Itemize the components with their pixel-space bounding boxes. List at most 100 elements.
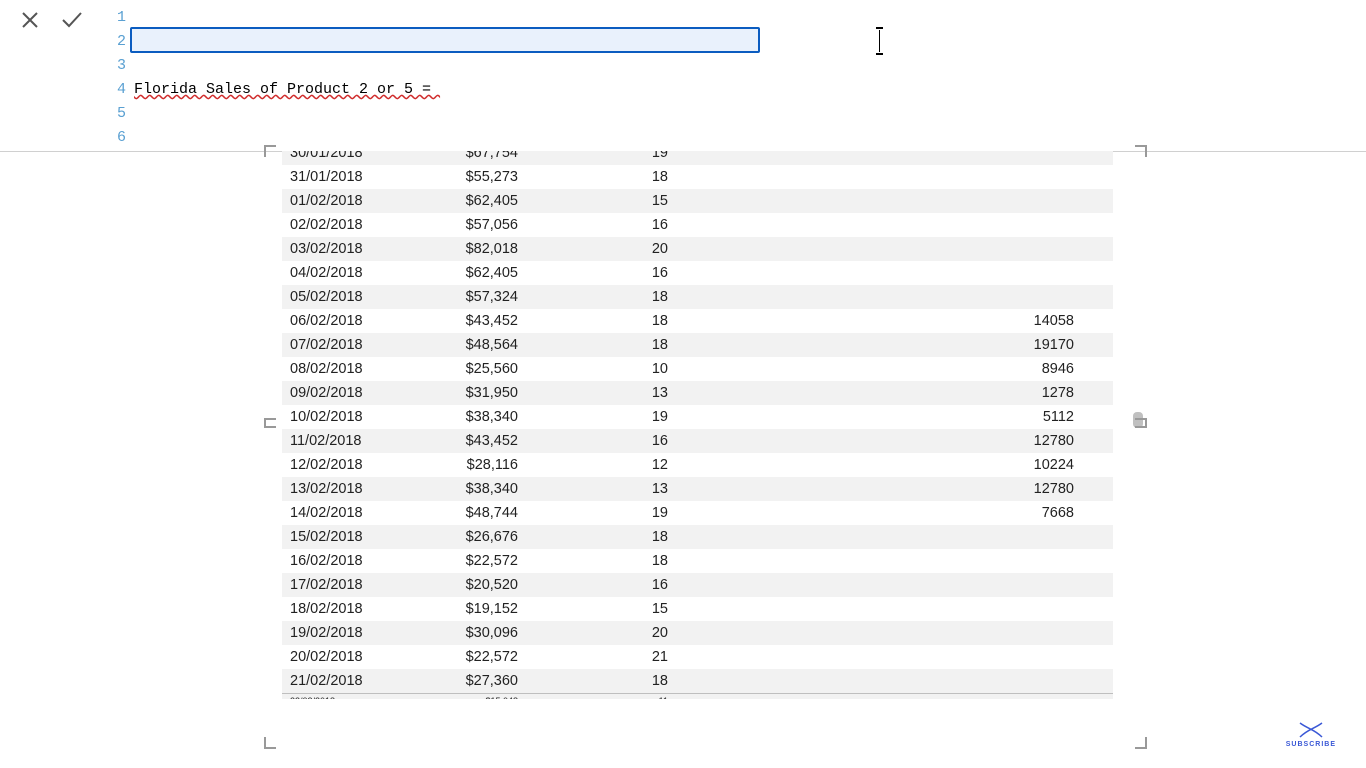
line-number: 5	[104, 102, 126, 126]
resize-handle-bottom-left[interactable]	[264, 735, 278, 749]
table-row[interactable]: 07/02/2018$48,5641819170	[282, 333, 1113, 357]
cell-sales: $27,360	[414, 669, 526, 693]
measure-name: Florida Sales of Product 2 or 5 =	[134, 81, 440, 98]
cell-extra	[676, 261, 1096, 285]
check-icon	[61, 11, 83, 29]
dax-code[interactable]: Florida Sales of Product 2 or 5 = VAR Fl…	[134, 6, 1160, 151]
cell-sales: $38,340	[414, 477, 526, 501]
cell-sales: $20,520	[414, 573, 526, 597]
text-caret	[879, 30, 880, 52]
resize-handle-top-left[interactable]	[264, 145, 278, 159]
cell-extra: 12780	[676, 477, 1096, 501]
cell-sales: $26,676	[414, 525, 526, 549]
table-row[interactable]: 08/02/2018$25,560108946	[282, 357, 1113, 381]
resize-handle-bottom-right[interactable]	[1133, 735, 1147, 749]
cell-tx: 15	[526, 597, 676, 621]
cell-date: 30/01/2018	[282, 151, 414, 165]
cell-sales: $19,152	[414, 597, 526, 621]
table-row[interactable]: 05/02/2018$57,32418	[282, 285, 1113, 309]
cell-date: 16/02/2018	[282, 549, 414, 573]
line-number: 3	[104, 54, 126, 78]
table-row[interactable]: 19/02/2018$30,09620	[282, 621, 1113, 645]
cell-extra	[676, 573, 1096, 597]
formula-bar: 1 2 3 4 5 6 Florida Sales of Product 2 o…	[0, 0, 1366, 152]
cell-tx: 16	[526, 573, 676, 597]
cell-extra	[676, 597, 1096, 621]
cell-tx: 16	[526, 429, 676, 453]
cell-tx: 20	[526, 237, 676, 261]
table-row[interactable]: 22/02/2018$15,04811	[282, 693, 1113, 699]
cell-sales: $31,950	[414, 381, 526, 405]
cell-date: 13/02/2018	[282, 477, 414, 501]
cell-sales: $62,405	[414, 189, 526, 213]
cell-sales: $57,056	[414, 213, 526, 237]
cell-sales: $48,744	[414, 501, 526, 525]
table-row[interactable]: 14/02/2018$48,744197668	[282, 501, 1113, 525]
cell-sales: $28,116	[414, 453, 526, 477]
cell-sales: $22,572	[414, 645, 526, 669]
cancel-button[interactable]	[16, 6, 44, 34]
table-row[interactable]: 06/02/2018$43,4521814058	[282, 309, 1113, 333]
subscribe-watermark: SUBSCRIBE	[1286, 721, 1336, 748]
resize-handle-mid-right[interactable]	[1133, 416, 1147, 430]
cell-sales: $67,754	[414, 151, 526, 165]
cell-date: 07/02/2018	[282, 333, 414, 357]
table-row[interactable]: 10/02/2018$38,340195112	[282, 405, 1113, 429]
dax-editor[interactable]: 1 2 3 4 5 6 Florida Sales of Product 2 o…	[104, 0, 1366, 151]
cell-extra	[676, 621, 1096, 645]
table-row[interactable]: 11/02/2018$43,4521612780	[282, 429, 1113, 453]
table-row[interactable]: 12/02/2018$28,1161210224	[282, 453, 1113, 477]
cell-extra	[676, 694, 1096, 699]
cell-extra: 14058	[676, 309, 1096, 333]
cell-extra: 8946	[676, 357, 1096, 381]
table-row[interactable]: 13/02/2018$38,3401312780	[282, 477, 1113, 501]
table-row[interactable]: 16/02/2018$22,57218	[282, 549, 1113, 573]
table-row[interactable]: 20/02/2018$22,57221	[282, 645, 1113, 669]
table-row[interactable]: 17/02/2018$20,52016	[282, 573, 1113, 597]
cell-tx: 18	[526, 165, 676, 189]
cell-extra: 12780	[676, 429, 1096, 453]
cell-date: 05/02/2018	[282, 285, 414, 309]
cell-tx: 16	[526, 261, 676, 285]
cell-date: 31/01/2018	[282, 165, 414, 189]
table-row[interactable]: 03/02/2018$82,01820	[282, 237, 1113, 261]
formula-bar-buttons	[0, 0, 104, 151]
line-number: 6	[104, 126, 126, 150]
cell-date: 02/02/2018	[282, 213, 414, 237]
table-row[interactable]: 31/01/2018$55,27318	[282, 165, 1113, 189]
cell-sales: $43,452	[414, 429, 526, 453]
table-row[interactable]: 01/02/2018$62,40515	[282, 189, 1113, 213]
table-body[interactable]: 30/01/2018$67,7541931/01/2018$55,2731801…	[282, 151, 1113, 699]
table-row[interactable]: 02/02/2018$57,05616	[282, 213, 1113, 237]
cell-tx: 11	[526, 694, 676, 699]
table-row[interactable]: 18/02/2018$19,15215	[282, 597, 1113, 621]
cell-date: 14/02/2018	[282, 501, 414, 525]
table-row[interactable]: 04/02/2018$62,40516	[282, 261, 1113, 285]
cell-date: 03/02/2018	[282, 237, 414, 261]
cell-tx: 19	[526, 405, 676, 429]
cell-sales: $43,452	[414, 309, 526, 333]
table-visual[interactable]: 30/01/2018$67,7541931/01/2018$55,2731801…	[271, 152, 1140, 742]
resize-handle-mid-left[interactable]	[264, 416, 278, 430]
cell-extra: 10224	[676, 453, 1096, 477]
table-row[interactable]: 21/02/2018$27,36018	[282, 669, 1113, 693]
cell-sales: $48,564	[414, 333, 526, 357]
cell-tx: 16	[526, 213, 676, 237]
commit-button[interactable]	[58, 6, 86, 34]
table-row[interactable]: 30/01/2018$67,75419	[282, 151, 1113, 165]
cell-date: 08/02/2018	[282, 357, 414, 381]
cell-extra	[676, 525, 1096, 549]
line-number: 2	[104, 30, 126, 54]
table-row[interactable]: 15/02/2018$26,67618	[282, 525, 1113, 549]
cell-tx: 18	[526, 669, 676, 693]
cell-sales: $22,572	[414, 549, 526, 573]
cell-tx: 18	[526, 309, 676, 333]
resize-handle-top-right[interactable]	[1133, 145, 1147, 159]
cell-tx: 19	[526, 501, 676, 525]
cell-extra: 19170	[676, 333, 1096, 357]
table-row[interactable]: 09/02/2018$31,950131278	[282, 381, 1113, 405]
cell-sales: $38,340	[414, 405, 526, 429]
cell-date: 21/02/2018	[282, 669, 414, 693]
cell-date: 10/02/2018	[282, 405, 414, 429]
cell-extra: 7668	[676, 501, 1096, 525]
